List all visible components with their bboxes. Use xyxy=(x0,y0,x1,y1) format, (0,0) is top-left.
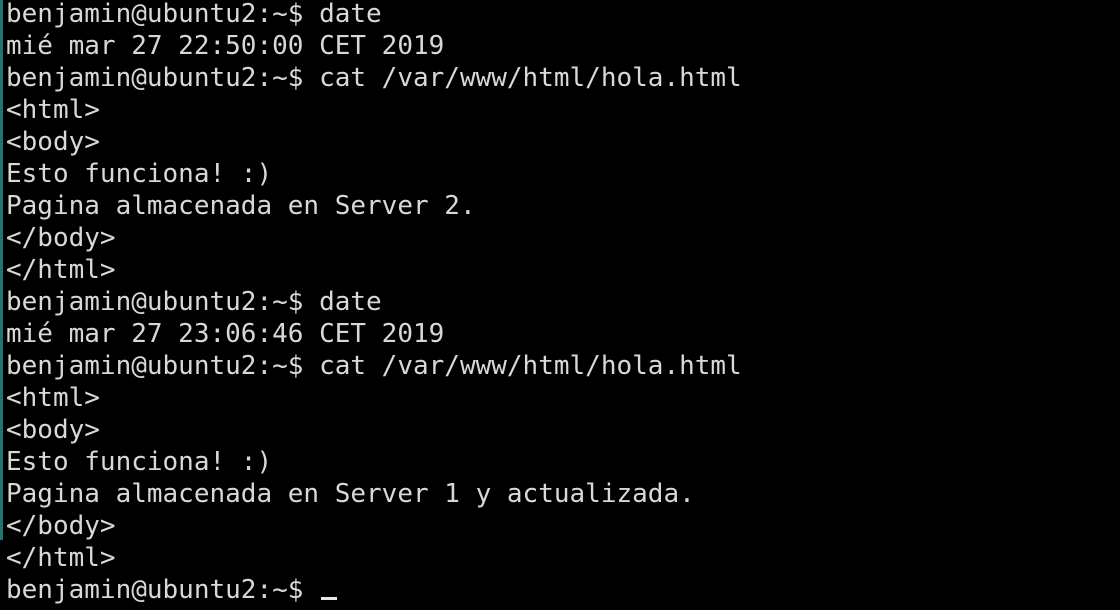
terminal-line: Pagina almacenada en Server 1 y actualiz… xyxy=(6,479,695,509)
terminal-line: </html> xyxy=(6,255,116,285)
terminal-window[interactable]: benjamin@ubuntu2:~$ date mié mar 27 22:5… xyxy=(0,0,1120,610)
window-edge xyxy=(0,0,3,540)
terminal-line: Esto funciona! :) xyxy=(6,159,273,189)
terminal-line: benjamin@ubuntu2:~$ cat /var/www/html/ho… xyxy=(6,63,742,93)
terminal-line: <body> xyxy=(6,415,100,445)
terminal-line: benjamin@ubuntu2:~$ date xyxy=(6,0,382,29)
terminal-line: <body> xyxy=(6,127,100,157)
text-cursor xyxy=(321,597,338,600)
terminal-line: </body> xyxy=(6,223,116,253)
terminal-line: mié mar 27 22:50:00 CET 2019 xyxy=(6,31,445,61)
shell-prompt: benjamin@ubuntu2:~$ xyxy=(6,575,320,605)
terminal-line: Esto funciona! :) xyxy=(6,447,273,477)
terminal-line: mié mar 27 23:06:46 CET 2019 xyxy=(6,319,445,349)
terminal-line: Pagina almacenada en Server 2. xyxy=(6,191,476,221)
terminal-line: </html> xyxy=(6,543,116,573)
command-input-line[interactable]: benjamin@ubuntu2:~$ xyxy=(6,576,1120,608)
terminal-line: <html> xyxy=(6,95,100,125)
terminal-line: benjamin@ubuntu2:~$ date xyxy=(6,287,382,317)
terminal-line: <html> xyxy=(6,383,100,413)
terminal-line: </body> xyxy=(6,511,116,541)
terminal-line: benjamin@ubuntu2:~$ cat /var/www/html/ho… xyxy=(6,351,742,381)
